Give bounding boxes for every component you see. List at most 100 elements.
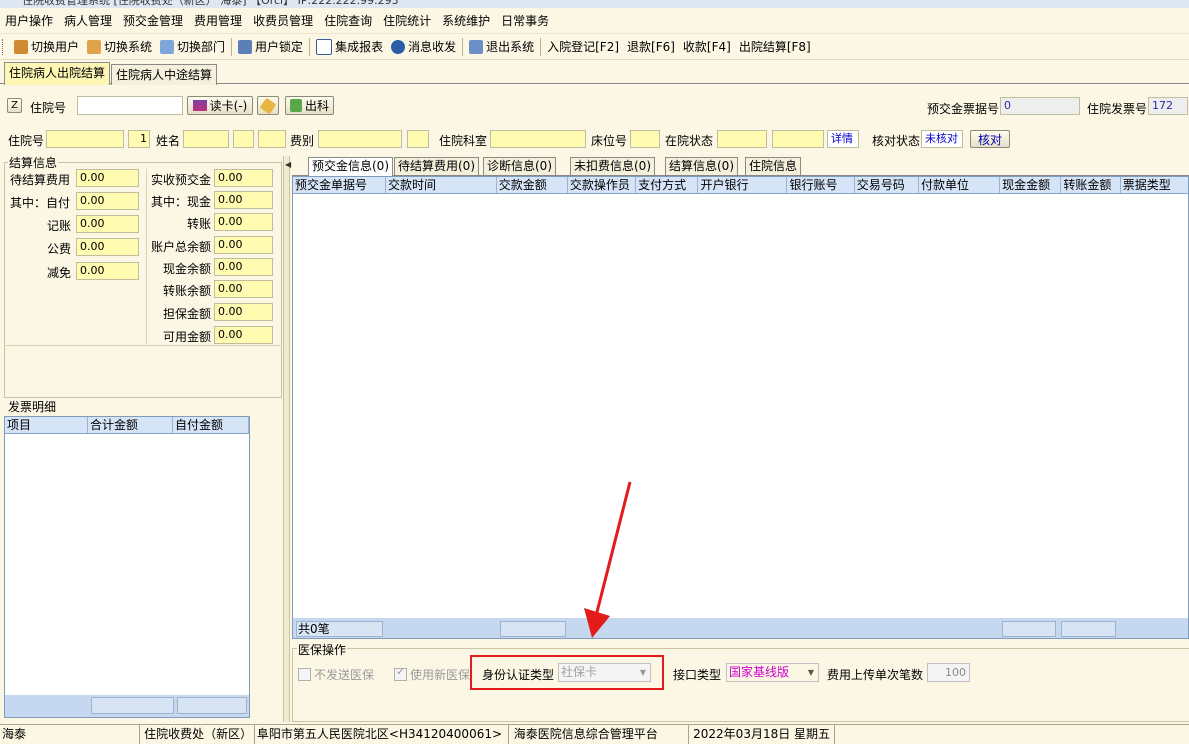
hosp-no-search-input[interactable] — [77, 96, 183, 115]
fee-type-field[interactable] — [318, 130, 402, 148]
guarantee-field[interactable]: 0.00 — [214, 303, 273, 321]
patient-name-field[interactable] — [183, 130, 229, 148]
charge-button[interactable]: 收款[F4] — [679, 36, 735, 58]
menu-cashier[interactable]: 收费员管理 — [248, 12, 319, 29]
cash-of-field[interactable]: 0.00 — [214, 191, 273, 209]
col-pay-amount[interactable]: 交款金额 — [497, 177, 568, 193]
tab-diagnosis[interactable]: 诊断信息(0) — [483, 157, 556, 175]
insurance-title: 医保操作 — [297, 641, 348, 658]
tab-deposit-info[interactable]: 预交金信息(0) — [308, 157, 393, 176]
total-balance-field[interactable]: 0.00 — [214, 236, 273, 254]
menu-system[interactable]: 系统维护 — [437, 12, 496, 29]
deposit-received-field[interactable]: 0.00 — [214, 169, 273, 187]
clear-button[interactable] — [257, 96, 279, 115]
invoice-detail-title: 发票明细 — [8, 400, 57, 414]
upload-batch-input[interactable]: 100 — [927, 663, 970, 682]
check-button[interactable]: 核对 — [970, 130, 1010, 148]
account-label: 记账 — [47, 219, 72, 233]
transfer-balance-field[interactable]: 0.00 — [214, 280, 273, 298]
arrow-shaft — [594, 481, 632, 617]
col-payer[interactable]: 付款单位 — [919, 177, 1001, 193]
discount-field[interactable]: 0.00 — [76, 262, 139, 280]
menu-stats[interactable]: 住院统计 — [378, 12, 437, 29]
status-hospital: 阜阳市第五人民医院北区<H34120400061> — [255, 725, 509, 744]
col-trade-no[interactable]: 交易号码 — [855, 177, 919, 193]
menu-patient[interactable]: 病人管理 — [59, 12, 118, 29]
status-extra — [835, 725, 1189, 744]
tab-interim-settlement[interactable]: 住院病人中途结算 — [111, 64, 218, 85]
invoice-no-field[interactable]: 172 — [1148, 97, 1188, 115]
tab-unbilled[interactable]: 未扣费信息(0) — [570, 157, 655, 175]
exit-button[interactable]: 退出系统 — [465, 36, 538, 58]
no-send-insurance-checkbox[interactable]: 不发送医保 — [298, 666, 374, 683]
admission-button[interactable]: 入院登记[F2] — [543, 36, 623, 58]
col-cash-amount[interactable]: 现金金额 — [1000, 177, 1062, 193]
public-fee-field[interactable]: 0.00 — [76, 238, 139, 256]
patient-sex-field[interactable] — [233, 130, 254, 148]
switch-dept-button[interactable]: 切换部门 — [156, 36, 229, 58]
col-self-pay-amount[interactable]: 自付金额 — [173, 417, 249, 433]
report-button[interactable]: 集成报表 — [312, 36, 387, 58]
patient-seq-field[interactable]: 1 — [128, 130, 150, 148]
col-bank[interactable]: 开户银行 — [698, 177, 788, 193]
settlement-info-title: 结算信息 — [8, 154, 59, 171]
patient-age-field[interactable] — [258, 130, 286, 148]
menu-query[interactable]: 住院查询 — [319, 12, 378, 29]
menu-daily[interactable]: 日常事务 — [496, 12, 555, 29]
col-total-amount[interactable]: 合计金额 — [88, 417, 173, 433]
switch-user-button[interactable]: 切换用户 — [10, 36, 83, 58]
deposit-receipt-field[interactable]: 0 — [1000, 97, 1080, 115]
lock-user-button[interactable]: 用户锁定 — [234, 36, 307, 58]
account-field[interactable]: 0.00 — [76, 215, 139, 233]
annotation-arrow-icon — [584, 481, 632, 638]
tab-settlement[interactable]: 结算信息(0) — [665, 157, 738, 175]
id-auth-type-value: 社保卡 — [561, 665, 598, 679]
col-item[interactable]: 项目 — [5, 417, 88, 433]
available-field[interactable]: 0.00 — [214, 326, 273, 344]
menu-deposit[interactable]: 预交金管理 — [118, 12, 189, 29]
menu-user[interactable]: 用户操作 — [0, 12, 59, 29]
switch-system-label: 切换系统 — [104, 40, 153, 54]
transfer-total-cell — [1061, 621, 1116, 637]
menu-fees[interactable]: 费用管理 — [189, 12, 248, 29]
tab-hospitalization[interactable]: 住院信息 — [745, 157, 802, 175]
use-new-insurance-checkbox[interactable]: ✓ 使用新医保 — [394, 665, 470, 683]
broom-icon — [259, 97, 277, 114]
deposit-grid[interactable]: 预交金单据号 交款时间 交款金额 交款操作员 支付方式 开户银行 银行账号 交易… — [292, 176, 1189, 639]
invoice-detail-grid[interactable]: 项目 合计金额 自付金额 — [4, 416, 250, 718]
read-card-button[interactable]: 读卡(-) — [187, 96, 253, 115]
tab-discharge-settlement[interactable]: 住院病人出院结算 — [4, 62, 111, 85]
col-receipt-type[interactable]: 票据类型 — [1121, 177, 1188, 193]
patient-hosp-no-field[interactable] — [46, 130, 124, 148]
id-auth-type-select[interactable]: 社保卡 ▼ — [558, 663, 651, 682]
discharge-icon — [289, 99, 302, 112]
detail-link[interactable]: 详情 — [827, 130, 859, 148]
z-button[interactable]: Z — [7, 98, 22, 113]
interface-type-select[interactable]: 国家基线版 ▼ — [726, 663, 819, 682]
col-operator[interactable]: 交款操作员 — [568, 177, 637, 193]
col-pay-time[interactable]: 交款时间 — [386, 177, 497, 193]
panel-splitter[interactable]: ◀ — [283, 156, 291, 722]
switch-system-button[interactable]: 切换系统 — [83, 36, 156, 58]
hosp-dept-field[interactable] — [490, 130, 586, 148]
col-deposit-receipt[interactable]: 预交金单据号 — [293, 177, 386, 193]
refund-button[interactable]: 退款[F6] — [623, 36, 679, 58]
self-pay-field[interactable]: 0.00 — [76, 192, 139, 210]
col-transfer-amount[interactable]: 转账金额 — [1061, 177, 1121, 193]
message-button[interactable]: 消息收发 — [387, 36, 460, 58]
cash-balance-field[interactable]: 0.00 — [214, 258, 273, 276]
bed-no-field[interactable] — [630, 130, 660, 148]
col-pay-method[interactable]: 支付方式 — [636, 177, 699, 193]
col-bank-account[interactable]: 银行账号 — [787, 177, 855, 193]
top-tab-strip: 住院病人出院结算 住院病人中途结算 — [0, 62, 1189, 85]
fee-type-code-field[interactable] — [407, 130, 429, 148]
transfer-field[interactable]: 0.00 — [214, 213, 273, 231]
pending-fee-field[interactable]: 0.00 — [76, 169, 139, 187]
discharge-settle-button[interactable]: 出院结算[F8] — [735, 36, 815, 58]
discharge-dept-button[interactable]: 出科 — [285, 96, 334, 115]
deposit-received-label: 实收预交金 — [151, 173, 212, 187]
tab-pending-fees[interactable]: 待结算费用(0) — [394, 157, 479, 175]
in-hosp-date-field[interactable] — [772, 130, 824, 148]
in-hosp-status-field[interactable] — [717, 130, 767, 148]
toolbar-separator — [309, 37, 311, 56]
